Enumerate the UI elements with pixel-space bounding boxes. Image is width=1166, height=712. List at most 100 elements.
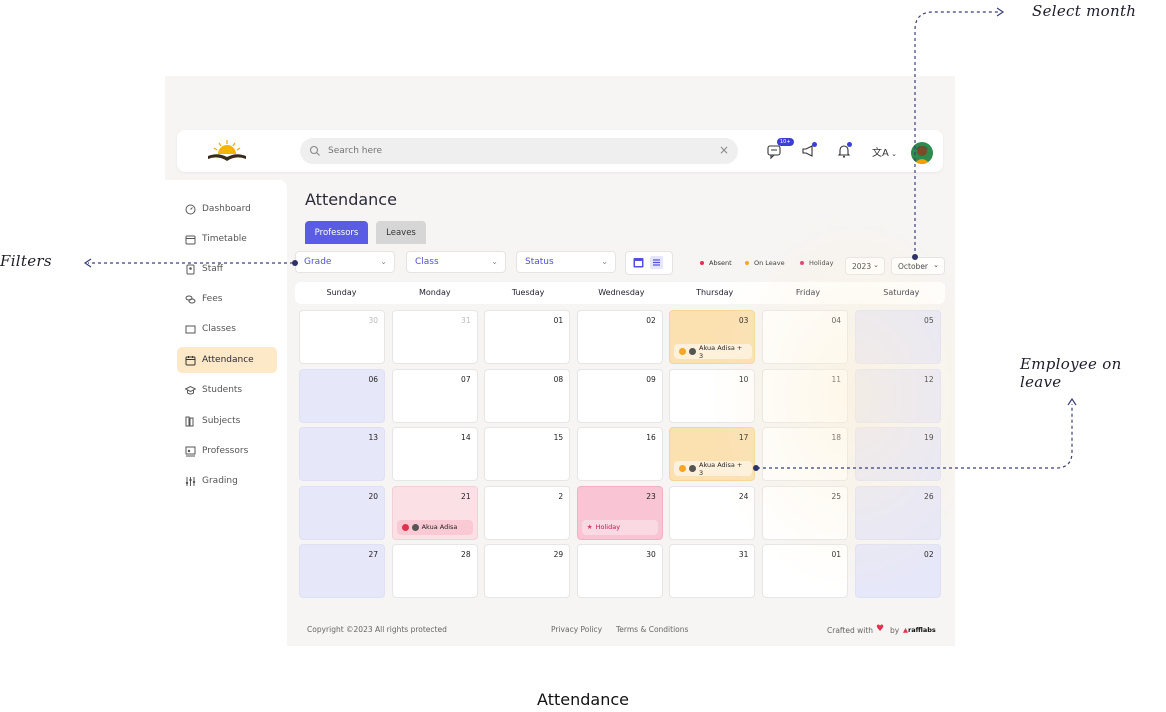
calendar-day-cell[interactable]: 24 bbox=[669, 485, 756, 540]
teacher-icon bbox=[185, 446, 196, 456]
day-number: 27 bbox=[368, 550, 378, 559]
status-filter[interactable]: Status ⌄ bbox=[516, 251, 616, 273]
sidebar-item-label: Fees bbox=[202, 294, 223, 304]
calendar-day-cell[interactable]: 17 Akua Adisa + 3 bbox=[669, 427, 756, 481]
calendar-day-cell[interactable]: 31 bbox=[391, 310, 478, 364]
top-bar: × 10+ 文A ⌄ bbox=[177, 130, 943, 172]
calendar-day-cell[interactable]: 30 bbox=[299, 310, 385, 364]
search-input[interactable] bbox=[326, 145, 720, 157]
calendar-day-cell[interactable]: 09 bbox=[576, 368, 663, 423]
sidebar-item-label: Classes bbox=[202, 324, 236, 334]
day-number: 08 bbox=[553, 374, 564, 384]
chevron-down-icon: ⌄ bbox=[933, 261, 939, 269]
tab-leaves[interactable]: Leaves bbox=[376, 221, 426, 244]
day-number: 30 bbox=[646, 550, 656, 559]
sidebar-item-subjects[interactable]: Subjects bbox=[177, 408, 277, 434]
calendar-day-cell[interactable]: 26 bbox=[854, 485, 941, 540]
event-label: Holiday bbox=[595, 523, 621, 531]
calendar-day-cell[interactable]: 02 bbox=[576, 310, 663, 364]
sidebar-item-attendance[interactable]: Attendance bbox=[177, 347, 277, 373]
calendar-day-cell[interactable]: 18 bbox=[762, 427, 848, 481]
books-icon bbox=[185, 416, 194, 426]
legend-on-leave: On Leave bbox=[745, 259, 785, 267]
sidebar-item-classes[interactable]: Classes bbox=[177, 316, 277, 342]
grade-filter[interactable]: Grade ⌄ bbox=[295, 251, 395, 273]
employee-avatar bbox=[411, 523, 419, 531]
month-select[interactable]: October ⌄ bbox=[891, 257, 945, 275]
calendar-day-cell[interactable]: 01 bbox=[762, 544, 848, 598]
sidebar-item-timetable[interactable]: Timetable bbox=[177, 226, 277, 252]
language-switcher[interactable]: 文A ⌄ bbox=[872, 144, 897, 159]
day-number: 11 bbox=[831, 374, 841, 384]
absent-dot bbox=[700, 261, 704, 265]
day-number: 23 bbox=[646, 491, 656, 501]
user-avatar[interactable] bbox=[911, 142, 933, 164]
clear-icon[interactable]: × bbox=[719, 143, 729, 157]
calendar-day-cell[interactable]: 07 bbox=[391, 368, 478, 423]
sidebar-item-fees[interactable]: Fees bbox=[177, 286, 277, 312]
annotation-employee-on-leave: Employee on leave bbox=[1020, 355, 1122, 391]
day-number: 17 bbox=[738, 433, 749, 442]
day-number: 01 bbox=[831, 550, 841, 559]
sidebar-item-students[interactable]: Students bbox=[177, 377, 277, 403]
year-select[interactable]: 2023 ⌄ bbox=[845, 257, 885, 275]
notification-dot bbox=[847, 142, 852, 147]
search-icon bbox=[309, 145, 320, 156]
day-number: 25 bbox=[831, 491, 841, 501]
calendar-day-cell[interactable]: 03 Akua Adisa + 3 bbox=[669, 310, 756, 364]
calendar-day-cell[interactable]: 28 bbox=[391, 544, 478, 598]
announcement-dot bbox=[812, 142, 817, 147]
calendar-day-cell[interactable]: 14 bbox=[391, 427, 478, 481]
absent-chip[interactable]: Akua Adisa bbox=[396, 519, 473, 535]
calendar-day-cell[interactable]: 10 bbox=[669, 368, 756, 423]
tab-professors[interactable]: Professors bbox=[305, 221, 368, 244]
chevron-down-icon: ⌄ bbox=[380, 257, 387, 266]
calendar-day-cell[interactable]: 20 bbox=[299, 485, 385, 540]
calendar-day-cell[interactable]: 2 bbox=[484, 485, 571, 540]
legend-holiday: Holiday bbox=[800, 259, 833, 267]
calendar-day-cell[interactable]: 06 bbox=[299, 368, 385, 423]
calendar-day-cell[interactable]: 23 ★ Holiday bbox=[576, 485, 663, 540]
calendar-day-cell[interactable]: 05 bbox=[854, 310, 941, 364]
list-view-icon[interactable] bbox=[650, 256, 663, 269]
sidebar-item-professors[interactable]: Professors bbox=[177, 438, 277, 464]
leave-chip[interactable]: Akua Adisa + 3 bbox=[674, 461, 753, 477]
calendar-day-cell[interactable]: 16 bbox=[576, 427, 663, 481]
sidebar-item-grading[interactable]: Grading bbox=[177, 468, 277, 494]
by-text: by bbox=[890, 626, 900, 635]
leave-chip[interactable]: Akua Adisa + 3 bbox=[674, 344, 753, 360]
calendar-day-cell[interactable]: 25 bbox=[762, 485, 848, 540]
weekday-label: Saturday bbox=[883, 288, 920, 297]
privacy-link[interactable]: Privacy Policy bbox=[551, 625, 602, 634]
calendar-day-cell[interactable]: 27 bbox=[299, 544, 385, 598]
year-value: 2023 bbox=[852, 261, 872, 271]
calendar-day-cell[interactable]: 01 bbox=[484, 310, 571, 364]
calendar-day-cell[interactable]: 29 bbox=[484, 544, 571, 598]
coins-icon bbox=[185, 295, 196, 303]
day-number: 19 bbox=[924, 433, 934, 442]
calendar-view-icon[interactable] bbox=[633, 257, 644, 268]
sidebar-item-staff[interactable]: Staff bbox=[177, 256, 277, 282]
calendar-day-cell[interactable]: 13 bbox=[299, 427, 385, 481]
calendar-day-cell[interactable]: 19 bbox=[854, 427, 941, 481]
class-filter[interactable]: Class ⌄ bbox=[406, 251, 506, 273]
terms-link[interactable]: Terms & Conditions bbox=[616, 625, 688, 634]
calendar-day-cell[interactable]: 15 bbox=[484, 427, 571, 481]
calendar-day-cell[interactable]: 31 bbox=[669, 544, 756, 598]
day-number: 30 bbox=[368, 316, 378, 325]
weekday-label: Thursday bbox=[696, 288, 734, 297]
sidebar-item-label: Students bbox=[202, 385, 243, 395]
page-title: Attendance bbox=[305, 190, 397, 209]
sidebar-item-dashboard[interactable]: Dashboard bbox=[177, 196, 277, 222]
calendar-day-cell[interactable]: 30 bbox=[576, 544, 663, 598]
calendar-day-cell[interactable]: 11 bbox=[762, 368, 848, 423]
weekday-label: Sunday bbox=[326, 288, 357, 297]
day-number: 01 bbox=[553, 316, 564, 325]
calendar-day-cell[interactable]: 12 bbox=[854, 368, 941, 423]
search-bar[interactable]: × bbox=[300, 138, 738, 164]
holiday-chip[interactable]: ★ Holiday bbox=[581, 519, 658, 535]
calendar-day-cell[interactable]: 04 bbox=[762, 310, 848, 364]
calendar-day-cell[interactable]: 21 Akua Adisa bbox=[391, 485, 478, 540]
calendar-day-cell[interactable]: 08 bbox=[484, 368, 571, 423]
calendar-day-cell[interactable]: 02 bbox=[854, 544, 941, 598]
